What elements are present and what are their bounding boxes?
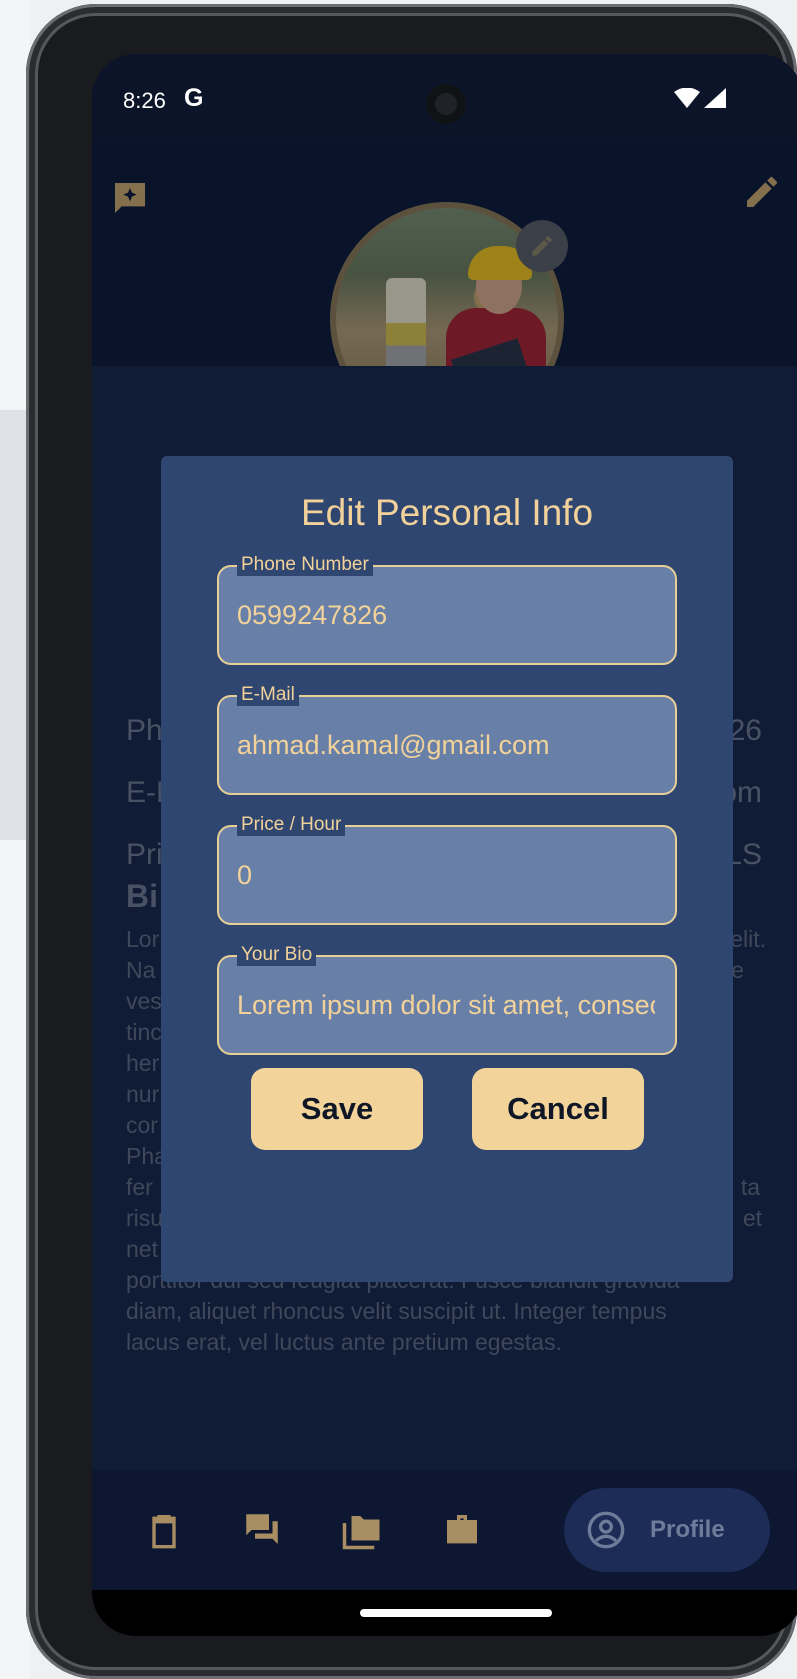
price-per-hour-label: Price / Hour bbox=[237, 814, 346, 836]
nav-item-tasks[interactable] bbox=[134, 1500, 194, 1560]
nav-profile-label: Profile bbox=[650, 1516, 725, 1543]
cancel-button[interactable]: Cancel bbox=[472, 1068, 644, 1150]
nav-item-jobs[interactable] bbox=[432, 1500, 492, 1560]
info-label: Ph bbox=[126, 714, 163, 747]
bio-heading: Bi bbox=[126, 878, 158, 914]
dialog-title: Edit Personal Info bbox=[300, 492, 594, 533]
nav-item-chats[interactable] bbox=[232, 1500, 292, 1560]
google-logo: G bbox=[184, 84, 204, 112]
bottom-navigation: Profile bbox=[92, 1470, 797, 1590]
edit-icon[interactable] bbox=[742, 172, 782, 212]
phone-frame: 8:26 G Ph 26 E-N om Pri LS Bi Lor elit. … bbox=[26, 4, 797, 1679]
phone-number-field[interactable]: Phone Number bbox=[217, 554, 677, 665]
status-time: 8:26 bbox=[123, 88, 166, 113]
phone-screen: 8:26 G Ph 26 E-N om Pri LS Bi Lor elit. … bbox=[92, 54, 797, 1636]
pencil-icon bbox=[532, 236, 552, 256]
info-label: Pri bbox=[126, 838, 163, 871]
wifi-icon bbox=[674, 88, 700, 108]
price-per-hour-input[interactable] bbox=[237, 855, 655, 895]
phone-number-input[interactable] bbox=[237, 595, 655, 635]
price-per-hour-field[interactable]: Price / Hour bbox=[217, 814, 677, 925]
status-bar: 8:26 G bbox=[92, 54, 797, 142]
info-value: 26 bbox=[728, 714, 762, 747]
account-circle-icon bbox=[587, 1511, 625, 1549]
phone-number-label: Phone Number bbox=[237, 554, 373, 576]
chat-icon bbox=[246, 1514, 278, 1544]
front-camera bbox=[426, 84, 466, 124]
bio-line: diam, aliquet rhoncus velit suscipit ut.… bbox=[126, 1298, 667, 1324]
email-field[interactable]: E-Mail bbox=[217, 684, 677, 795]
edit-info-dialog: Edit Personal Info Phone Number E-Mail P… bbox=[161, 456, 733, 1282]
clipboard-icon bbox=[152, 1515, 176, 1549]
email-input[interactable] bbox=[237, 725, 655, 765]
bio-line: lacus erat, vel luctus ante pretium eges… bbox=[126, 1329, 562, 1355]
bio-input[interactable] bbox=[237, 985, 655, 1025]
home-indicator[interactable] bbox=[360, 1609, 552, 1617]
signal-icon bbox=[704, 88, 726, 108]
nav-item-files[interactable] bbox=[332, 1500, 392, 1560]
avatar-edit-button[interactable] bbox=[516, 220, 568, 272]
bio-field[interactable]: Your Bio bbox=[217, 944, 677, 1055]
nav-item-profile[interactable]: Profile bbox=[564, 1488, 770, 1572]
email-label: E-Mail bbox=[237, 684, 299, 706]
bio-label: Your Bio bbox=[237, 944, 317, 966]
briefcase-icon bbox=[447, 1515, 477, 1544]
save-button[interactable]: Save bbox=[251, 1068, 423, 1150]
folder-icon bbox=[342, 1516, 380, 1550]
chat-add-icon[interactable] bbox=[110, 178, 150, 218]
